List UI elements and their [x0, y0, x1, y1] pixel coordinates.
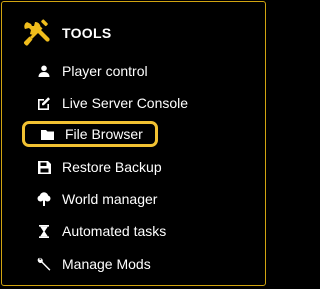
hourglass-icon: [36, 223, 52, 239]
menu-item-label: Automated tasks: [62, 223, 167, 239]
save-icon: [36, 159, 52, 175]
wrench-icon: [36, 256, 52, 272]
menu-item-label: World manager: [62, 191, 158, 207]
menu-item-label: File Browser: [65, 126, 143, 142]
menu-item-manage-mods[interactable]: Manage Mods: [36, 252, 151, 276]
menu-item-label: Restore Backup: [62, 159, 162, 175]
menu-item-label: Live Server Console: [62, 95, 189, 111]
menu-item-restore-backup[interactable]: Restore Backup: [36, 155, 162, 179]
menu-item-world-manager[interactable]: World manager: [36, 187, 157, 211]
menu-item-player-control[interactable]: Player control: [36, 59, 148, 83]
menu-item-label: Manage Mods: [62, 256, 151, 272]
folder-icon: [39, 126, 55, 142]
menu-item-label: Player control: [62, 63, 148, 79]
menu-item-file-browser[interactable]: File Browser: [22, 121, 158, 147]
tree-icon: [36, 191, 52, 207]
tools-panel: TOOLS Player control Live Server Console…: [1, 1, 266, 286]
tools-menu: Player control Live Server Console File …: [2, 2, 265, 285]
person-icon: [36, 63, 52, 79]
edit-icon: [36, 95, 52, 111]
menu-item-automated-tasks[interactable]: Automated tasks: [36, 219, 166, 243]
menu-item-live-server-console[interactable]: Live Server Console: [36, 91, 188, 115]
